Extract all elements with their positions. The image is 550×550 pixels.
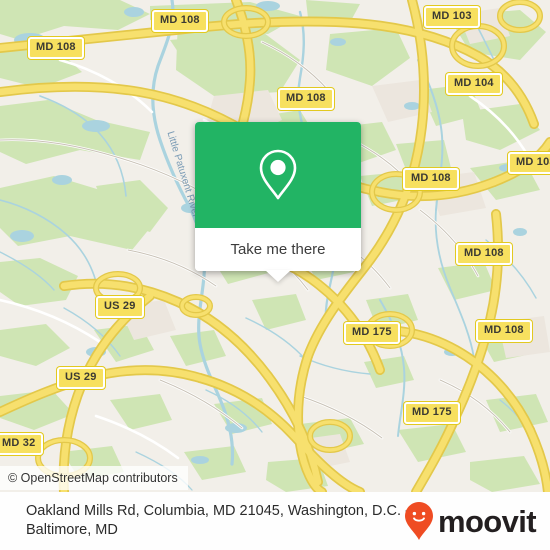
route-shield: MD 108: [152, 10, 208, 32]
popup-pointer-tail: [265, 270, 291, 282]
route-shield: MD 108: [278, 88, 334, 110]
route-shield: MD 103: [424, 6, 480, 28]
map-canvas[interactable]: Little Patuxent River MD 108 MD 103 MD 108…: [0, 0, 550, 492]
route-shield: MD 108: [456, 243, 512, 265]
route-shield: MD 103: [508, 152, 550, 174]
popup-header: [195, 122, 361, 228]
take-me-there-label: Take me there: [230, 241, 326, 258]
moovit-logo[interactable]: moovit: [404, 501, 537, 541]
route-shield: MD 108: [28, 37, 84, 59]
route-shield: US 29: [57, 367, 105, 389]
take-me-there-button[interactable]: Take me there: [195, 228, 361, 282]
route-shield: MD 108: [403, 168, 459, 190]
route-shield: MD 175: [404, 402, 460, 424]
moovit-map-screenshot: Little Patuxent River MD 108 MD 103 MD 108…: [0, 0, 550, 550]
map-pin-icon: [259, 149, 297, 200]
route-shield: MD 32: [0, 433, 44, 455]
address-label: Oakland Mills Rd, Columbia, MD 21045, Wa…: [26, 503, 410, 538]
route-shield: MD 175: [344, 322, 400, 344]
route-shield: US 29: [96, 296, 144, 318]
moovit-smiling-pin-icon: [404, 502, 433, 540]
osm-attribution-text: © OpenStreetMap contributors: [8, 471, 178, 485]
route-shield: MD 104: [446, 73, 502, 95]
location-popup-card[interactable]: Take me there: [195, 122, 361, 282]
footer-bar: Oakland Mills Rd, Columbia, MD 21045, Wa…: [0, 492, 550, 550]
osm-attribution[interactable]: © OpenStreetMap contributors: [0, 466, 188, 490]
route-shield: MD 108: [476, 320, 532, 342]
moovit-wordmark: moovit: [437, 503, 537, 539]
